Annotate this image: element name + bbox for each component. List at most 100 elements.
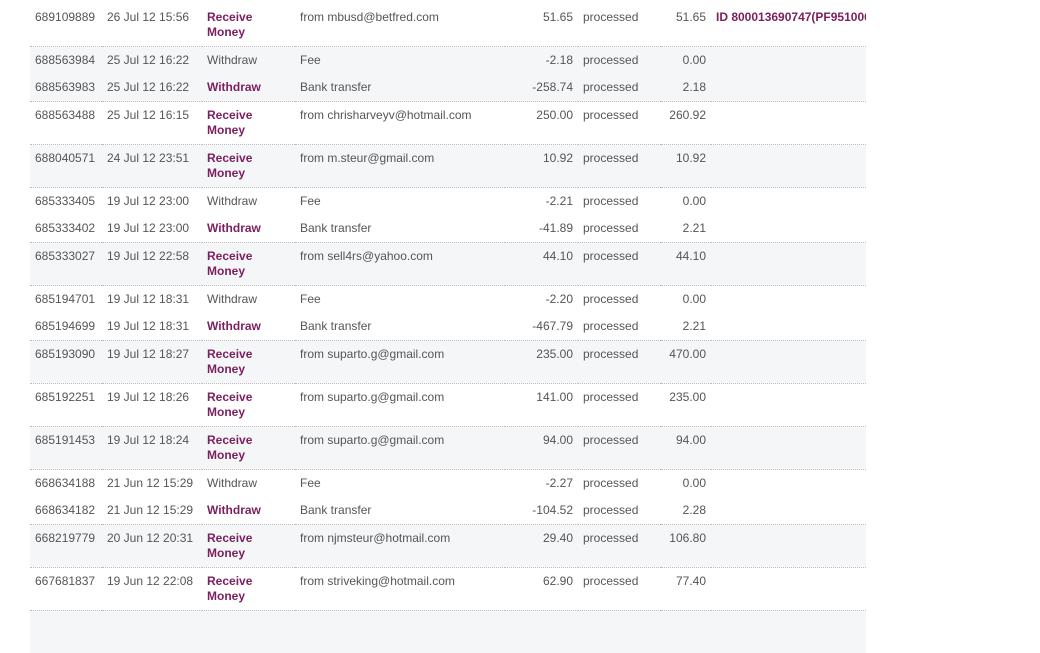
transaction-amount: 62.90	[505, 568, 578, 611]
transaction-id: 685194699	[30, 313, 102, 341]
transaction-type[interactable]: Withdraw	[202, 313, 295, 341]
transaction-id: 685333402	[30, 215, 102, 243]
transaction-status: processed	[578, 525, 661, 568]
transaction-id: 688563488	[30, 102, 102, 145]
table-row[interactable]: 68519225119 Jul 12 18:26Receive Moneyfro…	[30, 384, 866, 427]
transaction-amount: -467.79	[505, 313, 578, 341]
transaction-date: 21 Jun 12 15:29	[102, 470, 202, 498]
transaction-id: 667681837	[30, 568, 102, 611]
table-row[interactable]: 68519309019 Jul 12 18:27Receive Moneyfro…	[30, 341, 866, 384]
transaction-id: 688040571	[30, 145, 102, 188]
transaction-type[interactable]: Receive Money	[202, 427, 295, 470]
transaction-balance: 0.00	[661, 286, 711, 314]
transaction-balance: 44.10	[661, 243, 711, 286]
transaction-date: 19 Jul 12 18:31	[102, 286, 202, 314]
transaction-type-link[interactable]: Receive Money	[207, 10, 290, 40]
transaction-type[interactable]: Receive Money	[202, 568, 295, 611]
table-row[interactable]: 68533302719 Jul 12 22:58Receive Moneyfro…	[30, 243, 866, 286]
transaction-type-link[interactable]: Receive Money	[207, 390, 290, 420]
table-row[interactable]: 66863418221 Jun 12 15:29WithdrawBank tra…	[30, 497, 866, 525]
transaction-status: processed	[578, 145, 661, 188]
transaction-details: from m.steur@gmail.com	[295, 145, 505, 188]
transaction-type[interactable]: Receive Money	[202, 384, 295, 427]
transaction-type-link[interactable]: Receive Money	[207, 151, 290, 181]
transaction-type[interactable]: Withdraw	[202, 215, 295, 243]
transaction-type-link[interactable]: Withdraw	[207, 319, 290, 334]
transaction-type-link[interactable]: Withdraw	[207, 221, 290, 236]
transaction-balance: 470.00	[661, 341, 711, 384]
transaction-type[interactable]: Receive Money	[202, 4, 295, 47]
transaction-type[interactable]	[202, 611, 295, 653]
transaction-type-link[interactable]: Receive Money	[207, 531, 290, 561]
transaction-reference	[711, 427, 866, 470]
table-row[interactable]: 68856398425 Jul 12 16:22WithdrawFee-2.18…	[30, 47, 866, 75]
transaction-balance: 2.18	[661, 74, 711, 102]
transaction-reference	[711, 47, 866, 75]
transaction-status: processed	[578, 4, 661, 47]
table-row[interactable]: 66863418821 Jun 12 15:29WithdrawFee-2.27…	[30, 470, 866, 498]
table-row[interactable]: 68804057124 Jul 12 23:51Receive Moneyfro…	[30, 145, 866, 188]
transaction-reference	[711, 313, 866, 341]
table-row[interactable]: 66821977920 Jun 12 20:31Receive Moneyfro…	[30, 525, 866, 568]
transaction-type[interactable]: Receive Money	[202, 243, 295, 286]
transaction-reference: ID 800013690747(PF951006)	[711, 4, 866, 47]
transaction-balance: 10.92	[661, 145, 711, 188]
transaction-amount: 44.10	[505, 243, 578, 286]
table-row[interactable]: 66768183719 Jun 12 22:08Receive Moneyfro…	[30, 568, 866, 611]
transaction-date: 19 Jul 12 22:58	[102, 243, 202, 286]
transaction-status: processed	[578, 47, 661, 75]
transaction-id: 689109889	[30, 4, 102, 47]
transaction-type-link[interactable]: Withdraw	[207, 503, 290, 518]
transaction-balance: 94.00	[661, 427, 711, 470]
transaction-reference	[711, 611, 866, 653]
transaction-details: Bank transfer	[295, 497, 505, 525]
table-row[interactable]: 68519469919 Jul 12 18:31WithdrawBank tra…	[30, 313, 866, 341]
transaction-reference	[711, 215, 866, 243]
transaction-type-link[interactable]: Receive Money	[207, 574, 290, 604]
transaction-balance: 0.00	[661, 47, 711, 75]
transaction-date: 19 Jul 12 18:24	[102, 427, 202, 470]
transaction-amount: 250.00	[505, 102, 578, 145]
transaction-id: 685333027	[30, 243, 102, 286]
transaction-id: 685192251	[30, 384, 102, 427]
table-row[interactable]: 68856348825 Jul 12 16:15Receive Moneyfro…	[30, 102, 866, 145]
table-row[interactable]: 68856398325 Jul 12 16:22WithdrawBank tra…	[30, 74, 866, 102]
transaction-type[interactable]: Withdraw	[202, 497, 295, 525]
transaction-type-link[interactable]: Receive Money	[207, 108, 290, 138]
transaction-type[interactable]: Receive Money	[202, 145, 295, 188]
transaction-status: processed	[578, 384, 661, 427]
transaction-date: 19 Jun 12 22:08	[102, 568, 202, 611]
transaction-amount: -2.27	[505, 470, 578, 498]
table-row[interactable]: 68519470119 Jul 12 18:31WithdrawFee-2.20…	[30, 286, 866, 314]
table-row[interactable]: 68533340519 Jul 12 23:00WithdrawFee-2.21…	[30, 188, 866, 216]
transaction-date: 25 Jul 12 16:22	[102, 74, 202, 102]
transaction-details: Fee	[295, 470, 505, 498]
transaction-type[interactable]: Receive Money	[202, 102, 295, 145]
transaction-date: 25 Jul 12 16:15	[102, 102, 202, 145]
transaction-type[interactable]: Receive Money	[202, 341, 295, 384]
table-row[interactable]: 68910988926 Jul 12 15:56Receive Moneyfro…	[30, 4, 866, 47]
transaction-amount: -41.89	[505, 215, 578, 243]
transaction-balance	[661, 611, 711, 653]
transaction-reference	[711, 243, 866, 286]
transaction-date: 20 Jun 12 20:31	[102, 525, 202, 568]
transaction-type[interactable]: Withdraw	[202, 74, 295, 102]
transaction-type[interactable]: Receive Money	[202, 525, 295, 568]
transaction-status: processed	[578, 427, 661, 470]
transaction-status: processed	[578, 341, 661, 384]
table-row[interactable]: 68519145319 Jul 12 18:24Receive Moneyfro…	[30, 427, 866, 470]
table-row[interactable]: 68533340219 Jul 12 23:00WithdrawBank tra…	[30, 215, 866, 243]
transaction-reference	[711, 188, 866, 216]
transaction-type-link[interactable]: Receive Money	[207, 347, 290, 377]
transaction-amount: -2.18	[505, 47, 578, 75]
transaction-status: processed	[578, 568, 661, 611]
transaction-status: processed	[578, 243, 661, 286]
transaction-amount: 51.65	[505, 4, 578, 47]
transaction-date	[102, 611, 202, 653]
table-row[interactable]	[30, 611, 866, 653]
transaction-type-link[interactable]: Receive Money	[207, 433, 290, 463]
transaction-type-link[interactable]: Receive Money	[207, 249, 290, 279]
transaction-balance: 0.00	[661, 188, 711, 216]
transaction-type-link[interactable]: Withdraw	[207, 80, 290, 95]
transaction-status: processed	[578, 215, 661, 243]
